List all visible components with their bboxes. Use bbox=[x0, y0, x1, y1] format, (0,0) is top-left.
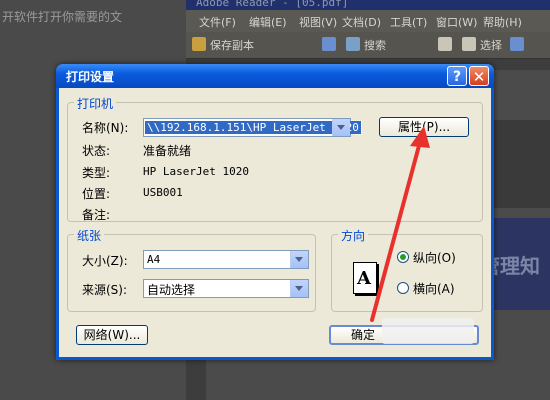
type-value: HP LaserJet 1020 bbox=[143, 165, 249, 178]
dialog-titlebar[interactable]: 打印设置 ? ✕ bbox=[56, 64, 494, 88]
landscape-label[interactable]: 横向(A) bbox=[413, 280, 455, 297]
paper-group-legend: 纸张 bbox=[74, 227, 105, 244]
chevron-down-icon[interactable] bbox=[332, 119, 350, 136]
paper-source-value: 自动选择 bbox=[147, 283, 196, 297]
select-button[interactable]: 选择 bbox=[480, 37, 502, 53]
help-button[interactable]: ? bbox=[447, 66, 467, 86]
printer-name-select[interactable]: \\192.168.1.151\HP LaserJet 1020 bbox=[143, 118, 362, 137]
print-setup-dialog: 打印设置 ? ✕ 打印机 名称(N): \\192.168.1.151\HP L… bbox=[56, 64, 494, 360]
portrait-label[interactable]: 纵向(O) bbox=[413, 249, 456, 266]
menu-view[interactable]: 视图(V) bbox=[299, 14, 337, 30]
printer-name-label: 名称(N): bbox=[82, 121, 129, 135]
network-button[interactable]: 网络(W)... bbox=[76, 325, 148, 345]
type-label: 类型: bbox=[82, 166, 111, 180]
paper-size-label: 大小(Z): bbox=[82, 254, 128, 268]
menu-help[interactable]: 帮助(H) bbox=[483, 14, 522, 30]
document-page-area bbox=[492, 120, 550, 208]
menu-edit[interactable]: 编辑(E) bbox=[249, 14, 287, 30]
chevron-down-icon[interactable] bbox=[290, 251, 308, 268]
menu-file[interactable]: 文件(F) bbox=[199, 14, 236, 30]
dialog-body: 打印机 名称(N): \\192.168.1.151\HP LaserJet 1… bbox=[59, 88, 491, 357]
orientation-group-legend: 方向 bbox=[338, 227, 369, 244]
watermark-overlay bbox=[382, 318, 474, 344]
close-button[interactable]: ✕ bbox=[469, 66, 489, 86]
app-titlebar: Adobe Reader - [05.pdf] bbox=[186, 0, 550, 10]
paper-source-label: 来源(S): bbox=[82, 283, 128, 297]
email-icon[interactable] bbox=[322, 37, 336, 51]
search-icon[interactable] bbox=[346, 37, 360, 51]
paper-size-value: A4 bbox=[147, 253, 161, 266]
properties-button[interactable]: 属性(P)... bbox=[379, 117, 469, 137]
comment-label: 备注: bbox=[82, 208, 111, 222]
background-text: 开软件打开你需要的文 bbox=[2, 10, 123, 24]
select-tool-icon[interactable] bbox=[462, 37, 476, 51]
landscape-radio[interactable] bbox=[397, 282, 409, 294]
paper-size-select[interactable]: A4 bbox=[143, 250, 309, 269]
portrait-radio[interactable] bbox=[397, 251, 409, 263]
paper-source-select[interactable]: 自动选择 bbox=[143, 279, 309, 298]
chevron-down-icon[interactable] bbox=[290, 280, 308, 297]
save-copy-button[interactable]: 保存副本 bbox=[210, 37, 254, 53]
search-button[interactable]: 搜索 bbox=[364, 37, 386, 53]
menu-window[interactable]: 窗口(W) bbox=[436, 14, 477, 30]
printer-group-legend: 打印机 bbox=[74, 95, 117, 112]
status-label: 状态: bbox=[82, 144, 111, 158]
open-icon[interactable] bbox=[192, 37, 206, 51]
dialog-title: 打印设置 bbox=[66, 70, 115, 84]
menu-tools[interactable]: 工具(T) bbox=[390, 14, 427, 30]
status-value: 准备就绪 bbox=[143, 144, 192, 158]
paper-group: 纸张 bbox=[67, 227, 316, 312]
location-value: USB001 bbox=[143, 186, 183, 199]
zoom-icon[interactable] bbox=[510, 37, 524, 51]
app-title: Adobe Reader - [05.pdf] bbox=[196, 0, 349, 9]
hand-tool-icon[interactable] bbox=[438, 37, 452, 51]
menu-document[interactable]: 文档(D) bbox=[342, 14, 381, 30]
portrait-page-icon: A bbox=[353, 262, 377, 294]
location-label: 位置: bbox=[82, 187, 111, 201]
printer-name-value: \\192.168.1.151\HP LaserJet 1020 bbox=[144, 120, 362, 135]
